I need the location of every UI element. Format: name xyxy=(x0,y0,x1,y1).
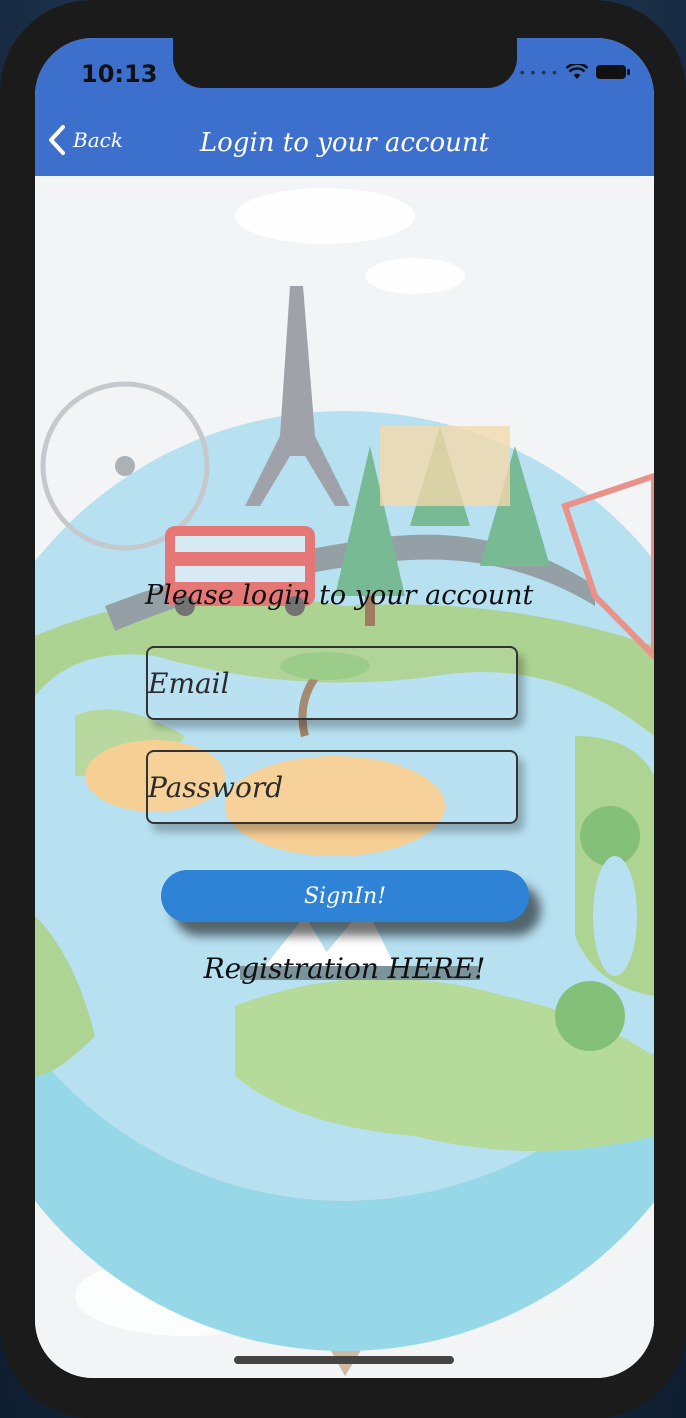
status-time: 10:13 xyxy=(81,60,158,88)
wifi-icon xyxy=(566,64,588,79)
password-field[interactable] xyxy=(148,752,516,822)
password-field-wrapper xyxy=(146,750,518,824)
phone-frame: 10:13 • • • • Back Login to your account xyxy=(0,0,686,1418)
page-title: Login to your account xyxy=(199,128,490,158)
registration-link[interactable]: Registration HERE! xyxy=(35,952,654,985)
signal-icon: • • • • xyxy=(519,64,558,80)
device-notch xyxy=(173,38,517,88)
app-screen: 10:13 • • • • Back Login to your account xyxy=(35,38,654,1378)
email-field-wrapper xyxy=(146,646,518,720)
status-icons: • • • • xyxy=(519,64,630,80)
email-field[interactable] xyxy=(148,648,516,718)
navigation-bar: Back Login to your account xyxy=(35,112,654,176)
signin-button[interactable]: SignIn! xyxy=(161,870,529,922)
login-prompt: Please login to your account xyxy=(145,580,534,611)
battery-icon xyxy=(596,65,630,79)
home-indicator xyxy=(234,1356,454,1364)
login-form: Please login to your account SignIn! Reg… xyxy=(35,176,654,1378)
